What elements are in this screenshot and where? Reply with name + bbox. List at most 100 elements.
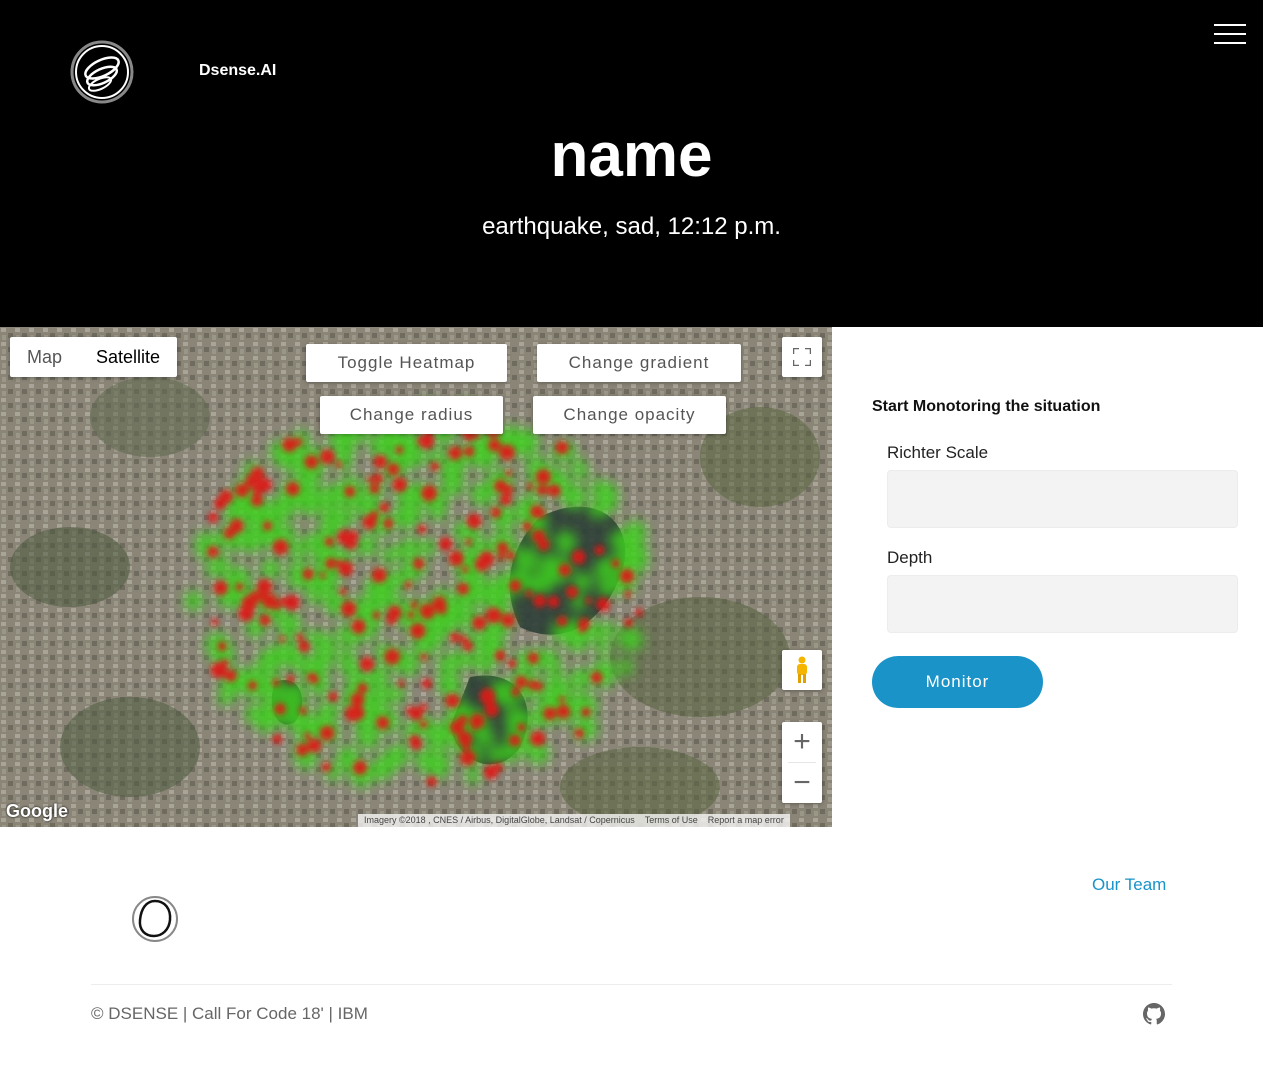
heat-point-low [470, 482, 494, 506]
heat-point-high [369, 510, 379, 520]
heat-point-low [624, 520, 647, 544]
map-type-map-button[interactable]: Map [10, 337, 79, 377]
toggle-heatmap-button[interactable]: Toggle Heatmap [306, 344, 507, 382]
heat-point-high [372, 611, 381, 620]
heat-point-high [376, 716, 390, 730]
heat-point-high [526, 483, 534, 490]
heat-point-high [294, 437, 303, 447]
heat-point-low [184, 591, 204, 611]
heat-point-high [299, 706, 307, 715]
copyright-text: © DSENSE | Call For Code 18' | IBM [91, 1004, 368, 1023]
hamburger-menu-icon[interactable] [1214, 24, 1246, 46]
zoom-control: + − [782, 722, 822, 803]
heat-point-high [383, 518, 394, 529]
heat-point-high [558, 696, 566, 703]
heat-point-high [469, 713, 485, 729]
heat-point-high [285, 481, 300, 496]
heat-point-high [527, 679, 538, 690]
heat-point-high [507, 659, 517, 668]
richter-scale-input[interactable] [887, 470, 1238, 528]
google-logo[interactable]: Google [6, 801, 68, 822]
heat-point-high [459, 635, 468, 644]
pegman-icon[interactable] [782, 650, 822, 690]
heat-point-high [325, 558, 337, 570]
heat-point-low [569, 667, 592, 690]
heat-point-high [449, 720, 465, 735]
our-team-link[interactable]: Our Team [1092, 875, 1166, 895]
heat-point-low [314, 632, 335, 653]
heat-point-low [291, 655, 308, 672]
heat-point-high [221, 659, 229, 667]
brand-name[interactable]: Dsense.AI [199, 62, 276, 80]
richter-scale-label: Richter Scale [887, 443, 989, 462]
heat-point-high [485, 607, 502, 624]
footer-logo-icon[interactable] [131, 895, 179, 943]
heat-point-high [373, 455, 387, 469]
logo-icon[interactable] [70, 40, 134, 104]
github-icon[interactable] [1143, 1003, 1165, 1025]
heat-point-high [350, 692, 365, 707]
zoom-out-button[interactable]: − [782, 763, 822, 803]
depth-input[interactable] [887, 575, 1238, 633]
heat-point-high [557, 615, 568, 627]
change-radius-button[interactable]: Change radius [320, 396, 503, 434]
heat-point-low [558, 538, 575, 555]
heat-point-high [353, 760, 367, 775]
heat-point-low [465, 767, 482, 784]
heatmap-map[interactable]: Map Satellite Toggle Heatmap Change grad… [0, 327, 832, 827]
heat-point-low [279, 524, 297, 542]
heat-point-high [578, 617, 590, 630]
header-hero: Dsense.AI name earthquake, sad, 12:12 p.… [0, 0, 1263, 327]
heat-point-high [250, 494, 263, 507]
heat-point-low [399, 537, 421, 559]
heat-point-high [527, 652, 539, 664]
heat-point-low [428, 447, 445, 465]
heat-point-high [536, 485, 546, 495]
heat-point-low [321, 505, 344, 527]
heat-point-high [483, 765, 499, 780]
heat-point-high [319, 572, 326, 579]
terms-of-use-link[interactable]: Terms of Use [645, 814, 698, 827]
heat-point-high [547, 595, 560, 608]
heat-point-high [509, 579, 522, 592]
heat-point-high [602, 605, 609, 612]
heat-point-high [517, 723, 526, 732]
heat-point-low [297, 490, 323, 516]
heat-point-low [475, 634, 498, 657]
page-subtitle: earthquake, sad, 12:12 p.m. [482, 213, 781, 240]
heat-point-low [306, 589, 322, 605]
change-opacity-button[interactable]: Change opacity [533, 396, 726, 434]
heat-point-low [317, 701, 339, 723]
heat-point-low [420, 539, 437, 556]
change-gradient-button[interactable]: Change gradient [537, 344, 741, 382]
heat-point-low [513, 547, 539, 572]
monitor-button[interactable]: Monitor [872, 656, 1043, 708]
heat-point-low [538, 553, 563, 578]
heat-point-high [525, 590, 533, 598]
heat-point-high [497, 552, 505, 561]
heat-point-low [269, 495, 295, 522]
heat-point-high [533, 594, 547, 608]
report-map-error-link[interactable]: Report a map error [708, 814, 784, 827]
heat-point-high [211, 618, 219, 626]
heat-point-high [421, 485, 438, 502]
heat-point-high [235, 583, 244, 591]
heat-point-high [207, 512, 219, 523]
fullscreen-icon[interactable] [782, 337, 822, 377]
heat-point-high [410, 601, 418, 609]
heat-point-high [421, 678, 432, 689]
map-type-satellite-button[interactable]: Satellite [79, 337, 177, 377]
heat-point-high [413, 558, 425, 570]
heat-point-high [439, 537, 453, 551]
footer-divider [91, 984, 1172, 985]
zoom-in-button[interactable]: + [782, 722, 822, 762]
heat-point-high [624, 618, 633, 628]
heat-point-low [336, 625, 355, 644]
heat-point-high [499, 493, 512, 506]
heat-point-high [328, 691, 338, 702]
heat-point-low [355, 535, 378, 557]
heat-point-high [307, 672, 318, 683]
heat-point-low [276, 449, 297, 470]
heat-point-high [484, 698, 496, 710]
heat-point-low [282, 710, 301, 729]
